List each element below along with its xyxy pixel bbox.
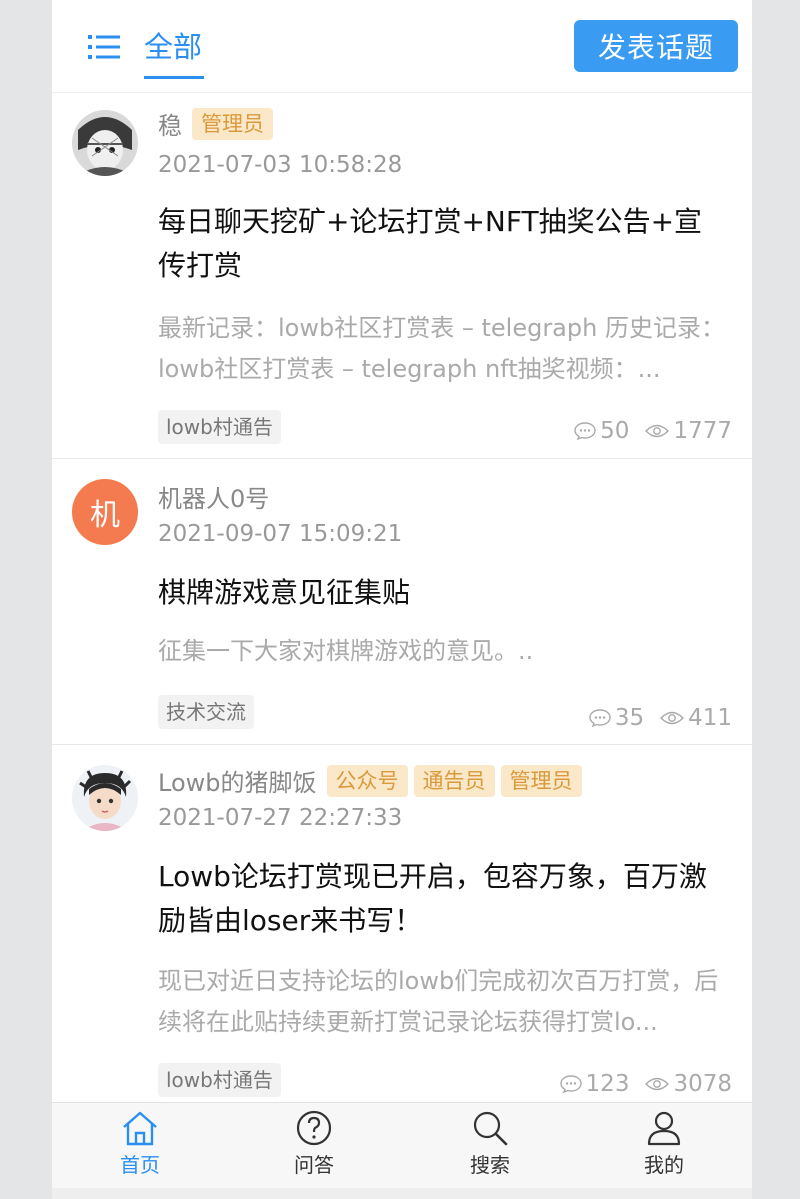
post-card[interactable]: 稳 管理员 2021-07-03 10:58:28 每日聊天挖矿+论坛打赏+NF… (52, 92, 752, 459)
view-count: 411 (688, 705, 732, 731)
post-title[interactable]: 每日聊天挖矿+论坛打赏+NFT抽奖公告+宣传打赏 (158, 200, 728, 288)
comment-count: 35 (614, 705, 645, 731)
top-bar: 全部 发表话题 (52, 0, 752, 93)
avatar[interactable] (72, 110, 138, 176)
phone-screen: 全部 发表话题 稳 管理员 2021-07-03 10:58:28 每日聊天挖矿… (52, 0, 752, 1199)
post-tag[interactable]: lowb村通告 (158, 410, 281, 444)
post-time: 2021-09-07 15:09:21 (158, 521, 403, 547)
post-excerpt: 最新记录：lowb社区打赏表 – telegraph 历史记录：lowb社区打赏… (158, 314, 725, 383)
post-stats: 35 411 (589, 705, 732, 731)
comment-icon (559, 1075, 582, 1093)
home-icon (123, 1111, 157, 1146)
comment-icon (574, 422, 596, 440)
nav-label: 首页 (120, 1153, 160, 1177)
post-tag[interactable]: lowb村通告 (158, 1063, 281, 1097)
post-card[interactable]: 机 机器人0号 2021-09-07 15:09:21 棋牌游戏意见征集贴 征集… (52, 459, 752, 745)
avatar[interactable] (72, 765, 138, 831)
author-name[interactable]: Lowb的猪脚饭 (158, 763, 317, 798)
comment-count: 50 (600, 418, 630, 444)
post-title[interactable]: Lowb论坛打赏现已开启，包容万象，百万激励皆由loser来书写！ (158, 855, 728, 943)
role-badge: 管理员 (192, 107, 273, 140)
comment-icon (589, 709, 611, 727)
post-title[interactable]: 棋牌游戏意见征集贴 (158, 571, 728, 615)
post-excerpt: 现已对近日支持论坛的lowb们完成初次百万打赏，后续将在此贴持续更新打赏记录论坛… (158, 967, 719, 1036)
view-count: 1777 (673, 418, 732, 444)
post-tag[interactable]: 技术交流 (158, 695, 254, 729)
role-badge: 通告员 (413, 764, 495, 797)
view-count: 3078 (673, 1071, 732, 1097)
tab-all[interactable]: 全部 (144, 24, 204, 79)
author-name[interactable]: 稳 (158, 106, 182, 141)
role-badge: 管理员 (500, 764, 582, 797)
comment-count: 123 (585, 1071, 630, 1097)
bottom-nav: 首页 问答 搜索 我的 (52, 1102, 752, 1189)
author-line: Lowb的猪脚饭 公众号 通告员 管理员 (158, 763, 582, 798)
eye-icon (645, 1077, 670, 1091)
nav-item-qa[interactable]: 问答 (264, 1109, 364, 1178)
menu-list-icon[interactable] (88, 34, 120, 60)
nav-label: 我的 (644, 1153, 684, 1177)
author-line: 稳 管理员 (158, 106, 273, 141)
bottom-edge (52, 1188, 752, 1199)
nav-item-home[interactable]: 首页 (90, 1109, 190, 1178)
post-time: 2021-07-27 22:27:33 (158, 805, 403, 831)
post-excerpt: 征集一下大家对棋牌游戏的意见。.. (158, 637, 534, 665)
avatar[interactable]: 机 (72, 479, 138, 545)
avatar-initial: 机 (90, 498, 120, 533)
author-line: 机器人0号 (158, 479, 269, 514)
user-icon (647, 1111, 681, 1146)
nav-label: 搜索 (470, 1153, 510, 1177)
question-icon (296, 1110, 332, 1146)
new-topic-button[interactable]: 发表话题 (574, 20, 738, 72)
nav-item-mine[interactable]: 我的 (614, 1109, 714, 1178)
eye-icon (645, 424, 670, 438)
author-name[interactable]: 机器人0号 (158, 479, 269, 514)
post-stats: 123 3078 (559, 1071, 732, 1097)
search-icon (473, 1111, 508, 1146)
post-stats: 50 1777 (574, 418, 732, 444)
nav-label: 问答 (294, 1153, 334, 1177)
nav-item-search[interactable]: 搜索 (440, 1109, 540, 1178)
post-time: 2021-07-03 10:58:28 (158, 152, 403, 178)
post-card[interactable]: Lowb的猪脚饭 公众号 通告员 管理员 2021-07-27 22:27:33… (52, 745, 752, 1101)
role-badge: 公众号 (326, 764, 408, 797)
eye-icon (660, 711, 685, 725)
